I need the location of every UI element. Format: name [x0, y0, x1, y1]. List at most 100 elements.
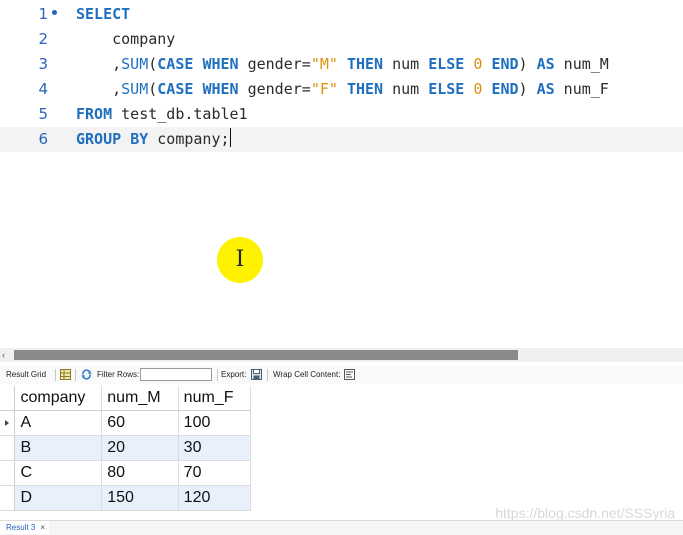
scrollbar-thumb[interactable] — [14, 350, 518, 360]
token-text: test_db.table1 — [112, 105, 248, 123]
tab-result-3[interactable]: Result 3 × — [0, 521, 50, 534]
line-number: 5 — [38, 105, 48, 123]
cell-company[interactable]: B — [14, 435, 103, 461]
code-text[interactable]: company — [76, 27, 175, 52]
current-row-arrow-icon — [5, 420, 9, 426]
i-beam-cursor-icon: I — [235, 247, 245, 272]
row-header[interactable] — [0, 435, 16, 461]
token-text: ) — [518, 80, 537, 98]
token-text: num_M — [554, 55, 609, 73]
row-header-corner — [0, 386, 16, 411]
code-text[interactable]: GROUP BY company; — [76, 127, 231, 152]
token-text: num_F — [554, 80, 609, 98]
sql-editor[interactable]: 1 SELECT 2 company 3 ,SUM(CASE WHEN gender=… — [0, 0, 683, 348]
scrollbar-track[interactable] — [14, 350, 682, 360]
line-number: 6 — [38, 130, 48, 148]
close-icon[interactable]: × — [40, 523, 45, 532]
token-text: num — [383, 55, 429, 73]
cell-company[interactable]: C — [14, 460, 103, 486]
filter-rows-input[interactable] — [140, 368, 212, 381]
code-text[interactable]: SELECT — [76, 2, 130, 27]
code-line[interactable]: 3 ,SUM(CASE WHEN gender="M" THEN num ELS… — [0, 52, 683, 77]
token-kw: WHEN — [202, 80, 239, 98]
code-text[interactable]: ,SUM(CASE WHEN gender="M" THEN num ELSE … — [76, 52, 609, 77]
token-kw: THEN — [346, 55, 384, 73]
export-label: Export: — [221, 370, 247, 379]
line-number: 3 — [38, 55, 48, 73]
grid-header-row: company num_M num_F — [0, 386, 252, 411]
row-header[interactable] — [0, 460, 16, 486]
token-text: company — [76, 30, 176, 48]
cell-company[interactable]: A — [14, 410, 103, 436]
token-kw: CASE — [157, 55, 194, 73]
cell-num-m[interactable]: 20 — [101, 435, 179, 461]
result-toolbar: Result Grid Filter Rows: Export: Wrap Ce… — [0, 366, 683, 384]
token-fn: SUM — [121, 80, 149, 98]
token-str: "F" — [310, 80, 338, 98]
code-text[interactable]: FROM test_db.table1 — [76, 102, 248, 127]
table-row[interactable]: A 60 100 — [0, 410, 252, 436]
code-text[interactable]: ,SUM(CASE WHEN gender="F" THEN num ELSE … — [76, 77, 609, 102]
token-kw: BY — [130, 130, 149, 148]
cell-num-m[interactable]: 150 — [101, 485, 179, 511]
row-header[interactable] — [0, 485, 16, 511]
filter-rows-label: Filter Rows: — [97, 370, 140, 379]
cell-num-f[interactable]: 100 — [178, 410, 252, 436]
column-header-num-f[interactable]: num_F — [178, 386, 252, 411]
token-text: , — [76, 55, 122, 73]
table-row[interactable]: B 20 30 — [0, 435, 252, 461]
text-caret — [229, 128, 231, 147]
line-number: 1 — [38, 5, 48, 23]
row-header[interactable] — [0, 410, 16, 436]
toolbar-divider — [217, 369, 218, 381]
cell-num-f[interactable]: 30 — [178, 435, 252, 461]
token-text: ( — [148, 55, 158, 73]
token-kw: AS — [536, 55, 555, 73]
token-text: company; — [148, 130, 230, 148]
token-kw: END — [491, 80, 519, 98]
cell-num-f[interactable]: 70 — [178, 460, 252, 486]
toolbar-divider — [267, 369, 268, 381]
token-fn: SUM — [121, 55, 149, 73]
wrap-cell-content-label: Wrap Cell Content: — [273, 370, 341, 379]
token-text: num — [383, 80, 429, 98]
cell-num-f[interactable]: 120 — [178, 485, 252, 511]
token-text: gender= — [238, 55, 311, 73]
fold-marker-icon[interactable] — [52, 10, 57, 15]
result-grid[interactable]: company num_M num_F A 60 100 B 20 30 C 8… — [0, 386, 252, 511]
refresh-icon[interactable] — [81, 369, 92, 380]
cell-num-m[interactable]: 80 — [101, 460, 179, 486]
token-kw: ELSE — [428, 55, 465, 73]
token-kw: ELSE — [428, 80, 465, 98]
code-line[interactable]: 5 FROM test_db.table1 — [0, 102, 683, 127]
result-grid-label[interactable]: Result Grid — [6, 366, 46, 384]
code-line[interactable]: 6 GROUP BY company; — [0, 127, 683, 152]
cell-company[interactable]: D — [14, 485, 103, 511]
tab-label: Result 3 — [6, 523, 36, 532]
token-kw: WHEN — [202, 55, 239, 73]
toolbar-divider — [75, 369, 76, 381]
table-row[interactable]: D 150 120 — [0, 485, 252, 511]
token-kw: CASE — [157, 80, 194, 98]
token-kw: SELECT — [76, 5, 131, 23]
token-text: ( — [148, 80, 158, 98]
cell-num-m[interactable]: 60 — [101, 410, 179, 436]
token-kw: FROM — [76, 105, 113, 123]
column-header-company[interactable]: company — [14, 386, 103, 411]
token-text: gender= — [238, 80, 311, 98]
toolbar-divider — [55, 369, 56, 381]
export-icon[interactable] — [251, 369, 262, 380]
column-header-num-m[interactable]: num_M — [101, 386, 179, 411]
horizontal-scrollbar[interactable]: ‹ — [0, 348, 683, 362]
grid-icon[interactable] — [60, 369, 71, 380]
wrap-icon[interactable] — [344, 369, 355, 380]
scroll-left-arrow-icon[interactable]: ‹ — [2, 349, 12, 361]
token-kw: GROUP — [76, 130, 122, 148]
code-line[interactable]: 4 ,SUM(CASE WHEN gender="F" THEN num ELS… — [0, 77, 683, 102]
code-line[interactable]: 2 company — [0, 27, 683, 52]
table-row[interactable]: C 80 70 — [0, 460, 252, 486]
code-line[interactable]: 1 SELECT — [0, 2, 683, 27]
